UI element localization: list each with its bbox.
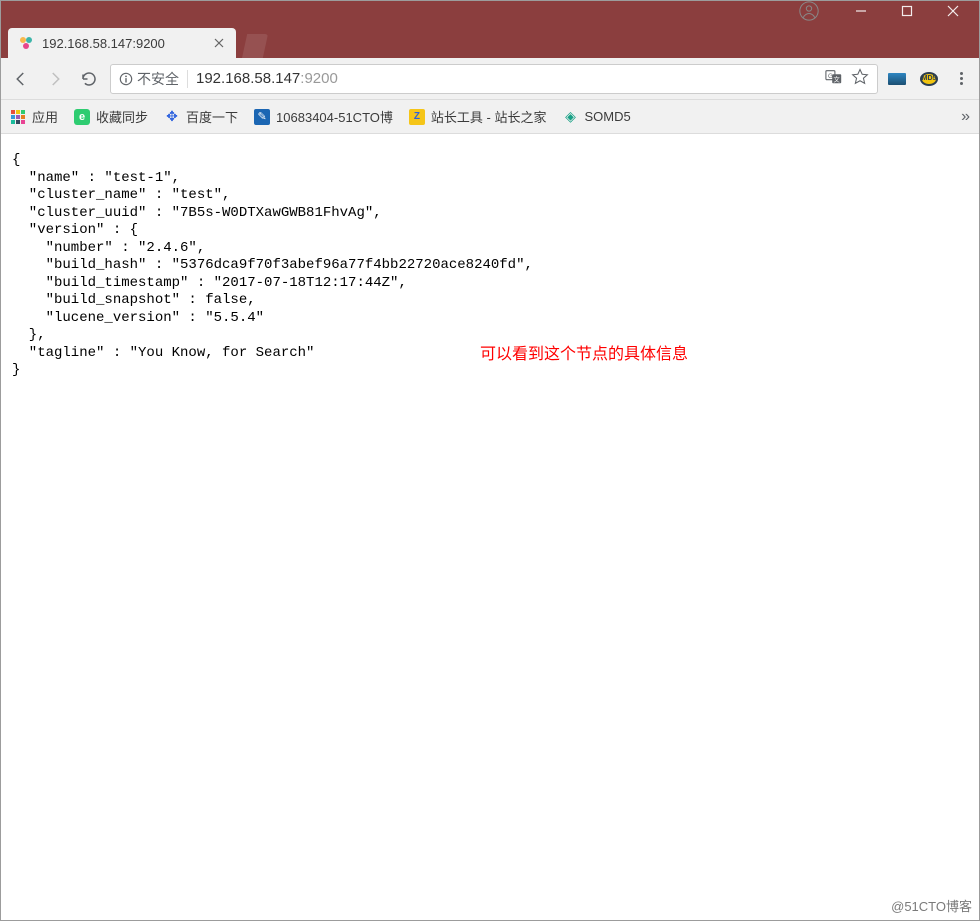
window-close-button[interactable] — [930, 0, 976, 22]
arrow-right-icon — [46, 70, 64, 88]
svg-text:G: G — [828, 72, 833, 79]
bookmark-label: 10683404-51CTO博 — [276, 107, 393, 126]
bookmark-label: 百度一下 — [186, 107, 238, 126]
address-bar[interactable]: 不安全 192.168.58.147:9200 文G — [110, 64, 878, 94]
translate-icon: 文G — [825, 68, 843, 86]
bookmarks-overflow-button[interactable]: » — [961, 108, 970, 126]
bookmark-item-4[interactable]: ◈ SOMD5 — [562, 109, 630, 125]
chevron-right-double-icon: » — [961, 108, 970, 125]
url-text: 192.168.58.147:9200 — [196, 70, 817, 87]
apps-grid-icon — [10, 109, 26, 125]
page-content: { "name" : "test-1", "cluster_name" : "t… — [0, 134, 980, 921]
star-outline-icon — [851, 68, 869, 86]
yellow-z-icon: Z — [409, 109, 425, 125]
svg-text:文: 文 — [834, 74, 841, 83]
browser-menu-button[interactable] — [950, 68, 972, 90]
window-titlebar — [0, 0, 980, 22]
bookmark-item-0[interactable]: e 收藏同步 — [74, 107, 148, 126]
tab-close-button[interactable] — [212, 36, 226, 50]
bookmark-label: 收藏同步 — [96, 107, 148, 126]
window-minimize-button[interactable] — [838, 0, 884, 22]
bookmark-label: 站长工具 - 站长之家 — [431, 107, 547, 126]
annotation-text: 可以看到这个节点的具体信息 — [480, 340, 688, 364]
translate-button[interactable]: 文G — [825, 68, 843, 90]
green-hex-icon: ◈ — [562, 109, 578, 125]
arrow-left-icon — [12, 70, 30, 88]
close-icon — [214, 38, 224, 48]
new-tab-button[interactable] — [242, 34, 268, 58]
reload-icon — [80, 70, 98, 88]
green-e-icon: e — [74, 109, 90, 125]
browser-tab[interactable]: 192.168.58.147:9200 — [8, 28, 236, 58]
extension-icon-2: MD5 — [920, 72, 938, 86]
user-profile-button[interactable] — [798, 0, 820, 22]
user-circle-icon — [799, 1, 819, 21]
window-maximize-button[interactable] — [884, 0, 930, 22]
maximize-icon — [901, 5, 913, 17]
watermark-text: @51CTO博客 — [891, 896, 972, 915]
bookmark-star-button[interactable] — [851, 68, 869, 90]
bookmarks-bar: 应用 e 收藏同步 ✥ 百度一下 ✎ 10683404-51CTO博 Z 站长工… — [0, 100, 980, 134]
omnibox-separator — [187, 70, 188, 88]
minimize-icon — [855, 5, 867, 17]
apps-shortcut[interactable]: 应用 — [10, 107, 58, 126]
security-label: 不安全 — [137, 69, 179, 89]
bookmark-item-3[interactable]: Z 站长工具 - 站长之家 — [409, 107, 547, 126]
forward-button[interactable] — [42, 66, 68, 92]
url-port: :9200 — [300, 70, 338, 87]
info-circle-icon — [119, 72, 133, 86]
site-security-chip[interactable]: 不安全 — [119, 69, 179, 89]
url-host: 192.168.58.147 — [196, 70, 300, 87]
extension-icon-1 — [888, 73, 906, 85]
apps-label: 应用 — [32, 107, 58, 126]
bookmark-label: SOMD5 — [584, 109, 630, 124]
blue-feather-icon: ✎ — [254, 109, 270, 125]
elasticsearch-favicon-icon — [18, 35, 34, 51]
tab-strip: 192.168.58.147:9200 — [0, 22, 980, 58]
extension-1-button[interactable] — [886, 68, 908, 90]
kebab-menu-icon — [960, 72, 963, 85]
bookmark-item-1[interactable]: ✥ 百度一下 — [164, 107, 238, 126]
tab-title: 192.168.58.147:9200 — [42, 36, 212, 51]
browser-toolbar: 不安全 192.168.58.147:9200 文G MD5 — [0, 58, 980, 100]
back-button[interactable] — [8, 66, 34, 92]
baidu-paw-icon: ✥ — [164, 109, 180, 125]
bookmark-item-2[interactable]: ✎ 10683404-51CTO博 — [254, 107, 393, 126]
extension-2-button[interactable]: MD5 — [918, 68, 940, 90]
close-icon — [947, 5, 959, 17]
reload-button[interactable] — [76, 66, 102, 92]
